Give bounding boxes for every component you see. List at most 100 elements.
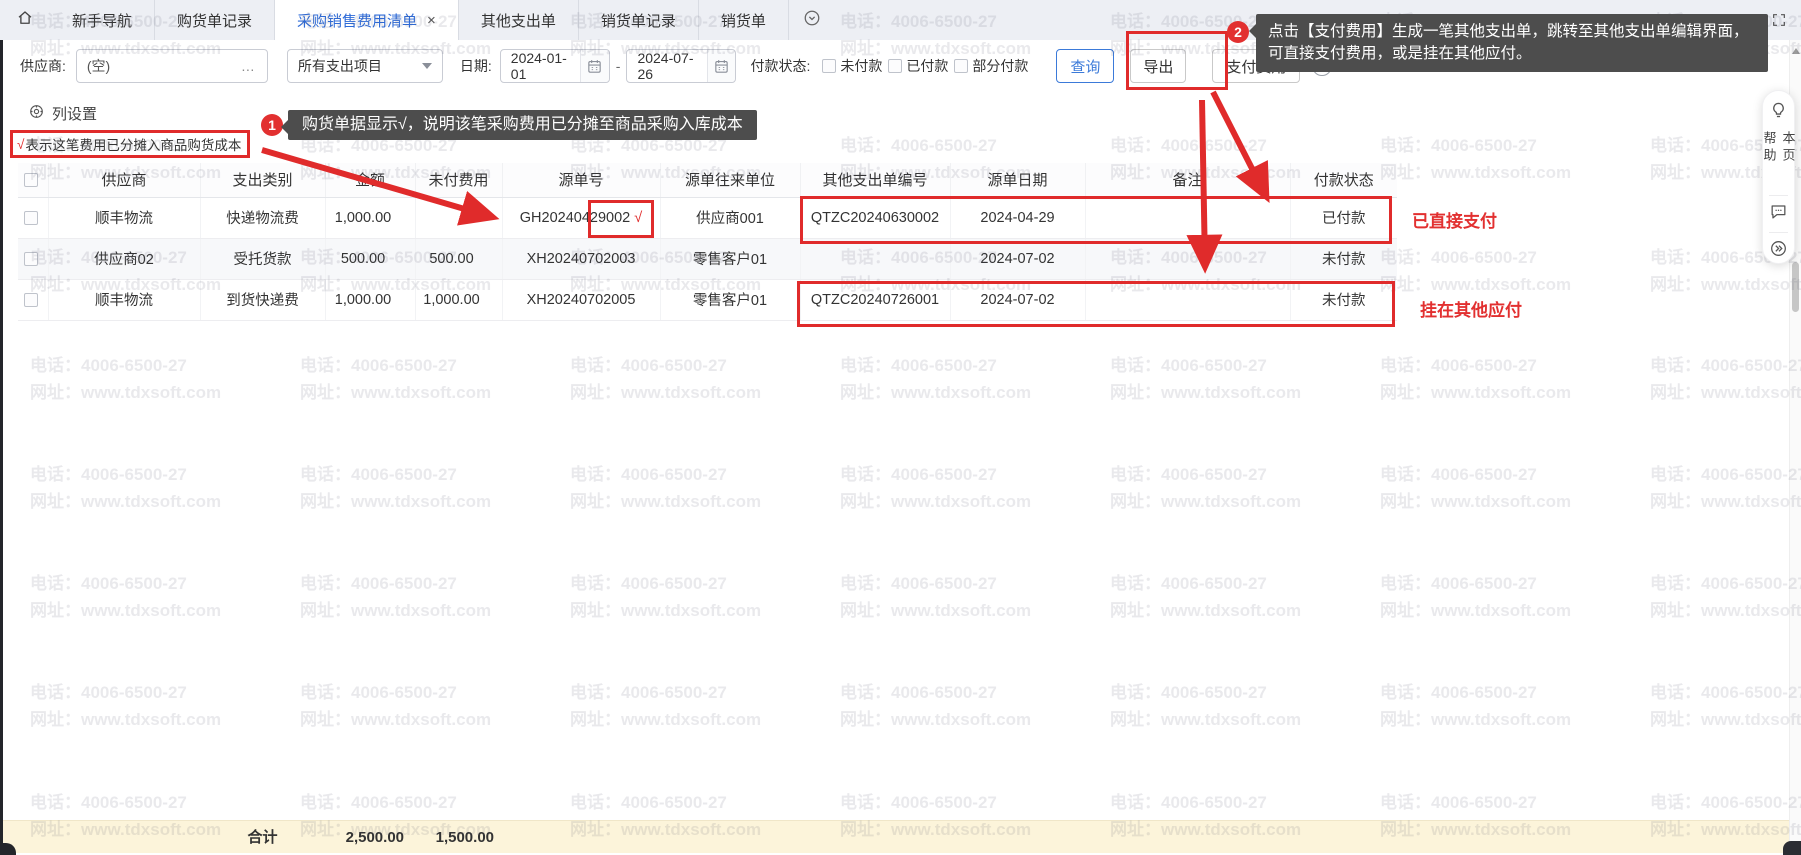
checkbox-unpaid[interactable]: 未付款	[822, 56, 882, 76]
watermark-text: 电话：4006-6500-27网址：www.tdxsoft.com	[300, 570, 491, 624]
watermark-text: 电话：4006-6500-27网址：www.tdxsoft.com	[840, 570, 1031, 624]
watermark-text: 电话：4006-6500-27网址：www.tdxsoft.com	[570, 679, 761, 733]
column-settings-button[interactable]: 列设置	[28, 103, 97, 124]
cell-source-no: XH20240702005	[502, 279, 660, 320]
collapse-panel-icon[interactable]	[1769, 239, 1788, 263]
cell-source-partner: 零售客户01	[660, 279, 800, 320]
checkbox-partial-paid[interactable]: 部分付款	[954, 56, 1028, 76]
tooltip-line-2: 可直接支付费用，或是挂在其他应付。	[1268, 43, 1756, 65]
close-tab-icon[interactable]: ×	[427, 12, 436, 29]
lightbulb-icon[interactable]	[1769, 101, 1788, 125]
tab-sales-records[interactable]: 销货单记录	[578, 0, 698, 40]
watermark-text: 电话：4006-6500-27网址：www.tdxsoft.com	[570, 570, 761, 624]
step-badge-2: 2	[1227, 21, 1249, 43]
watermark-text: 电话：4006-6500-27网址：www.tdxsoft.com	[1380, 570, 1571, 624]
select-all-checkbox[interactable]	[24, 173, 38, 187]
row-checkbox[interactable]	[24, 211, 38, 225]
col-pay-status: 付款状态	[1290, 163, 1397, 197]
checkbox-label: 部分付款	[972, 56, 1028, 76]
checkbox-label: 已付款	[906, 56, 948, 76]
watermark-text: 电话：4006-6500-27网址：www.tdxsoft.com	[840, 679, 1031, 733]
fullscreen-icon[interactable]	[1771, 12, 1787, 34]
date-to-input[interactable]: 2024-07-26	[626, 49, 736, 83]
cell-other-expense-no: QTZC20240726001	[800, 279, 950, 320]
tab-other-expense[interactable]: 其他支出单	[458, 0, 578, 40]
cell-supplier: 供应商02	[48, 238, 200, 279]
watermark-text: 电话：4006-6500-27网址：www.tdxsoft.com	[300, 679, 491, 733]
page-help-label[interactable]: 本页帮助	[1760, 131, 1798, 181]
watermark-text: 电话：4006-6500-27网址：www.tdxsoft.com	[840, 461, 1031, 515]
cell-amount: 1,000.00	[325, 197, 415, 238]
watermark-text: 电话：4006-6500-27网址：www.tdxsoft.com	[1110, 679, 1301, 733]
feedback-chat-icon[interactable]	[1769, 202, 1788, 226]
expense-table: 供应商 支出类别 金额 未付费用 源单号 源单往来单位 其他支出单编号 源单日期…	[18, 163, 1397, 321]
row-checkbox[interactable]	[24, 293, 38, 307]
watermark-text: 电话：4006-6500-27网址：www.tdxsoft.com	[1110, 352, 1301, 406]
date-from-input[interactable]: 2024-01-01	[500, 49, 610, 83]
cell-unpaid	[415, 197, 502, 238]
tab-purchase-records[interactable]: 购货单记录	[154, 0, 274, 40]
tab-overflow-button[interactable]	[788, 0, 835, 40]
watermark-text: 电话：4006-6500-27网址：www.tdxsoft.com	[1380, 679, 1571, 733]
table-row[interactable]: 供应商02 受托货款 500.00 500.00 XH20240702003 零…	[18, 238, 1397, 279]
cell-source-partner: 零售客户01	[660, 238, 800, 279]
col-amount: 金额	[325, 163, 415, 197]
tab-purchase-sales-expense-list[interactable]: 采购销售费用清单 ×	[274, 0, 458, 40]
watermark-text: 电话：4006-6500-27网址：www.tdxsoft.com	[1380, 461, 1571, 515]
export-button[interactable]: 导出	[1130, 49, 1186, 83]
scrollbar-up-arrow[interactable]	[1792, 48, 1800, 54]
scrollbar-thumb[interactable]	[1792, 262, 1799, 312]
allocated-check-mark: √	[634, 210, 642, 226]
cell-supplier: 顺丰物流	[48, 197, 200, 238]
expense-type-select[interactable]: 所有支出项目	[287, 49, 443, 83]
cell-category: 受托货款	[200, 238, 325, 279]
watermark-text: 电话：4006-6500-27网址：www.tdxsoft.com	[1650, 679, 1801, 733]
col-unpaid: 未付费用	[415, 163, 502, 197]
note-other-payable: 挂在其他应付	[1420, 296, 1522, 321]
watermark-text: 电话：4006-6500-27网址：www.tdxsoft.com	[840, 352, 1031, 406]
calendar-icon[interactable]	[580, 50, 609, 82]
window-left-edge	[0, 40, 3, 855]
allocation-legend-note: √ 表示这笔费用已分摊入商品购货成本	[10, 130, 250, 158]
supplier-label: 供应商:	[20, 56, 66, 76]
tab-label: 新手导航	[72, 10, 132, 31]
tooltip-step-2: 点击【支付费用】生成一笔其他支出单，跳转至其他支出单编辑界面， 可直接支付费用，…	[1256, 14, 1768, 72]
col-supplier: 供应商	[48, 163, 200, 197]
checkbox-label: 未付款	[840, 56, 882, 76]
summary-unpaid-total: 1,500.00	[412, 821, 494, 854]
divider	[1769, 232, 1788, 233]
watermark-text: 电话：4006-6500-27网址：www.tdxsoft.com	[1650, 570, 1801, 624]
table-row[interactable]: 顺丰物流 快递物流费 1,000.00 GH20240429002√ 供应商00…	[18, 197, 1397, 238]
checkbox-icon[interactable]	[954, 59, 968, 73]
more-options-icon[interactable]: …	[241, 58, 257, 74]
watermark-text: 电话：4006-6500-27网址：www.tdxsoft.com	[1650, 461, 1801, 515]
query-button[interactable]: 查询	[1056, 49, 1114, 83]
checkbox-icon[interactable]	[888, 59, 902, 73]
row-checkbox[interactable]	[24, 252, 38, 266]
checkbox-paid[interactable]: 已付款	[888, 56, 948, 76]
calendar-icon[interactable]	[707, 50, 736, 82]
watermark-text: 电话：4006-6500-27网址：www.tdxsoft.com	[570, 352, 761, 406]
table-row[interactable]: 顺丰物流 到货快递费 1,000.00 1,000.00 XH202407020…	[18, 279, 1397, 320]
col-remark: 备注	[1085, 163, 1290, 197]
checkbox-icon[interactable]	[822, 59, 836, 73]
date-label: 日期:	[460, 56, 492, 76]
date-from-value: 2024-01-01	[511, 50, 580, 82]
supplier-select[interactable]: (空) …	[76, 49, 268, 83]
cell-source-no: XH20240702003	[502, 238, 660, 279]
watermark-text: 电话：4006-6500-27网址：www.tdxsoft.com	[1650, 352, 1801, 406]
check-mark: √	[17, 137, 24, 152]
step-badge-1: 1	[261, 114, 283, 136]
tooltip-line-1: 点击【支付费用】生成一笔其他支出单，跳转至其他支出单编辑界面，	[1268, 21, 1756, 43]
cell-source-no: GH20240429002√	[502, 197, 660, 238]
home-button[interactable]	[0, 0, 50, 40]
watermark-text: 电话：4006-6500-27网址：www.tdxsoft.com	[30, 570, 221, 624]
tab-sales-order[interactable]: 销货单	[698, 0, 788, 40]
watermark-text: 电话：4006-6500-27网址：www.tdxsoft.com	[30, 679, 221, 733]
cell-pay-status: 已付款	[1290, 197, 1397, 238]
tab-newbie-guide[interactable]: 新手导航	[50, 0, 154, 40]
app-window: 新手导航 购货单记录 采购销售费用清单 × 其他支出单 销货单记录 销货单 供应…	[0, 0, 1801, 855]
cell-source-partner: 供应商001	[660, 197, 800, 238]
table-header-row: 供应商 支出类别 金额 未付费用 源单号 源单往来单位 其他支出单编号 源单日期…	[18, 163, 1397, 197]
col-source-partner: 源单往来单位	[660, 163, 800, 197]
